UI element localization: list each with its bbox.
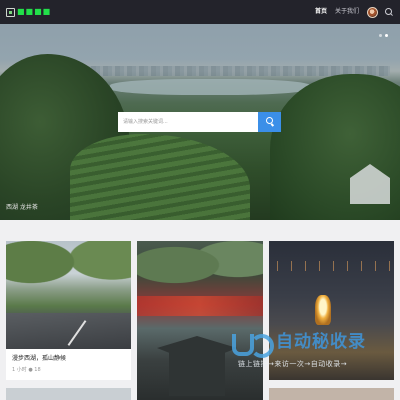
hero-search (118, 112, 281, 132)
lake (110, 79, 310, 95)
hero-caption: 西湖 龙井茶 (6, 204, 38, 211)
carousel-dots (376, 34, 388, 37)
card-image (6, 388, 131, 400)
carousel-dot-1[interactable] (379, 34, 382, 37)
user-avatar[interactable] (367, 6, 378, 18)
card-image-lamp (315, 295, 331, 325)
watermark-logo-icon (230, 332, 274, 358)
article-card[interactable] (6, 388, 131, 400)
tea-terraces (70, 134, 250, 220)
search-input[interactable] (118, 112, 258, 132)
main-nav: 首页 关于我们 (315, 6, 400, 18)
article-card[interactable] (137, 241, 263, 400)
card-image (137, 241, 263, 400)
watermark: 自动秘收录 链上链接→来访一次→自动收录→ (230, 328, 390, 376)
card-image (269, 388, 394, 400)
logo-icon (6, 7, 15, 17)
article-card[interactable]: 漫步西湖，孤山静候 1 小时 ● 18 (6, 241, 131, 380)
card-image-trees (6, 241, 131, 311)
search-icon[interactable] (384, 7, 394, 17)
top-navbar: ■■■■ 首页 关于我们 (0, 0, 400, 24)
nav-about[interactable]: 关于我们 (335, 9, 359, 15)
card-image-pavilion (157, 336, 237, 396)
site-logo[interactable]: ■■■■ (6, 7, 52, 17)
watermark-tagline: 链上链接→来访一次→自动收录→ (238, 360, 348, 368)
search-button[interactable] (258, 112, 281, 132)
card-title[interactable]: 漫步西湖，孤山静候 (12, 356, 66, 362)
card-image-city-lights (269, 261, 394, 271)
hero-banner: 西湖 龙井茶 (0, 24, 400, 220)
nav-home[interactable]: 首页 (315, 9, 327, 15)
carousel-dot-2[interactable] (385, 34, 388, 37)
card-image-road (6, 313, 131, 349)
card-image-lanterns (137, 296, 263, 316)
watermark-brand: 自动秘收录 (276, 332, 366, 352)
logo-text: ■■■■ (17, 7, 52, 16)
card-image (6, 241, 131, 349)
card-meta: 1 小时 ● 18 (12, 367, 41, 373)
card-image-leaves (137, 241, 263, 301)
article-card[interactable] (269, 388, 394, 400)
